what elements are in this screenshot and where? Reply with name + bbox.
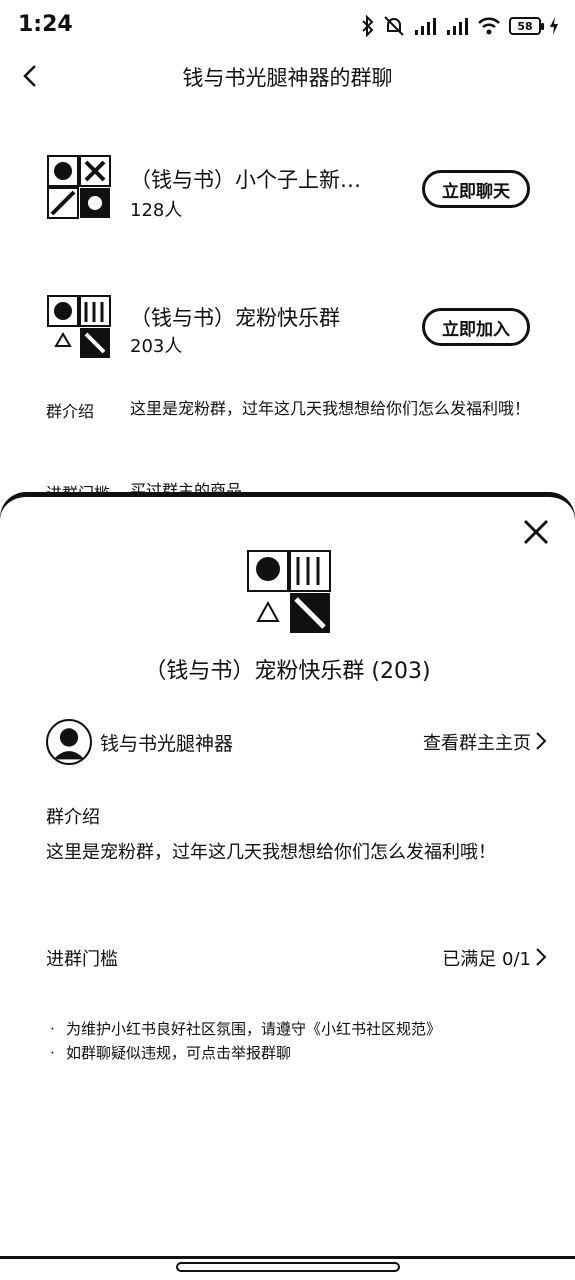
group-avatar-large bbox=[247, 550, 331, 633]
signal-icon-2 bbox=[447, 18, 468, 35]
view-owner-profile-link[interactable]: 查看群主主页 bbox=[423, 729, 531, 755]
notice-item[interactable]: 如群聊疑似违规，可点击举报群聊 bbox=[48, 1041, 548, 1065]
sheet-intro-label: 群介绍 bbox=[46, 807, 100, 828]
sheet-intro-text: 这里是宠粉群，过年这几天我想想给你们怎么发福利哦！ bbox=[46, 842, 496, 863]
chevron-right-icon bbox=[536, 948, 547, 966]
group-name: （钱与书）宠粉快乐群 bbox=[130, 306, 340, 330]
group-detail-sheet: （钱与书）宠粉快乐群 (203) 钱与书光腿神器 查看群主主页 群介绍 这里是宠… bbox=[0, 494, 575, 1260]
status-bar: 1:24 58 bbox=[0, 0, 575, 52]
group-name: （钱与书）小个子上新… bbox=[130, 168, 361, 192]
battery-icon: 58 bbox=[509, 17, 544, 35]
notice-item[interactable]: 为维护小红书良好社区氛围，请遵守《小红书社区规范》 bbox=[48, 1017, 548, 1041]
header: 钱与书光腿神器的群聊 bbox=[0, 52, 575, 100]
notice-list: 为维护小红书良好社区氛围，请遵守《小红书社区规范》 如群聊疑似违规，可点击举报群… bbox=[48, 1017, 548, 1065]
status-time: 1:24 bbox=[18, 12, 73, 37]
group-item-2[interactable]: （钱与书）宠粉快乐群 203人 立即加入 bbox=[0, 290, 575, 380]
sheet-title: （钱与书）宠粉快乐群 (203) bbox=[144, 659, 431, 684]
chevron-right-icon bbox=[536, 732, 547, 750]
mute-icon bbox=[384, 16, 404, 36]
sheet-threshold-label: 进群门槛 bbox=[46, 949, 118, 970]
bluetooth-icon bbox=[362, 15, 374, 37]
intro-label: 群介绍 bbox=[46, 402, 95, 421]
divider bbox=[0, 1256, 575, 1259]
intro-text: 这里是宠粉群，过年这几天我想想给你们怎么发福利哦！ bbox=[130, 399, 531, 418]
owner-row[interactable]: 钱与书光腿神器 查看群主主页 bbox=[0, 717, 575, 767]
wifi-icon bbox=[478, 17, 500, 35]
page-title: 钱与书光腿神器的群聊 bbox=[182, 66, 393, 90]
group-avatar bbox=[47, 155, 111, 219]
owner-name: 钱与书光腿神器 bbox=[100, 733, 234, 755]
group-member-count: 203人 bbox=[130, 336, 183, 357]
group-item-1[interactable]: （钱与书）小个子上新… 128人 立即聊天 bbox=[0, 150, 575, 240]
sheet-threshold-value: 已满足 0/1 bbox=[442, 949, 531, 970]
chat-now-button[interactable]: 立即聊天 bbox=[422, 170, 530, 208]
close-icon[interactable] bbox=[521, 517, 551, 547]
owner-avatar bbox=[46, 719, 92, 765]
charging-icon bbox=[550, 17, 558, 35]
join-now-button[interactable]: 立即加入 bbox=[422, 308, 530, 346]
status-icons: 58 bbox=[361, 14, 559, 38]
signal-icon bbox=[415, 18, 436, 35]
threshold-row[interactable]: 进群门槛 已满足 0/1 bbox=[0, 943, 575, 973]
home-indicator[interactable] bbox=[176, 1262, 400, 1272]
group-avatar bbox=[47, 295, 111, 358]
group-member-count: 128人 bbox=[130, 200, 183, 221]
